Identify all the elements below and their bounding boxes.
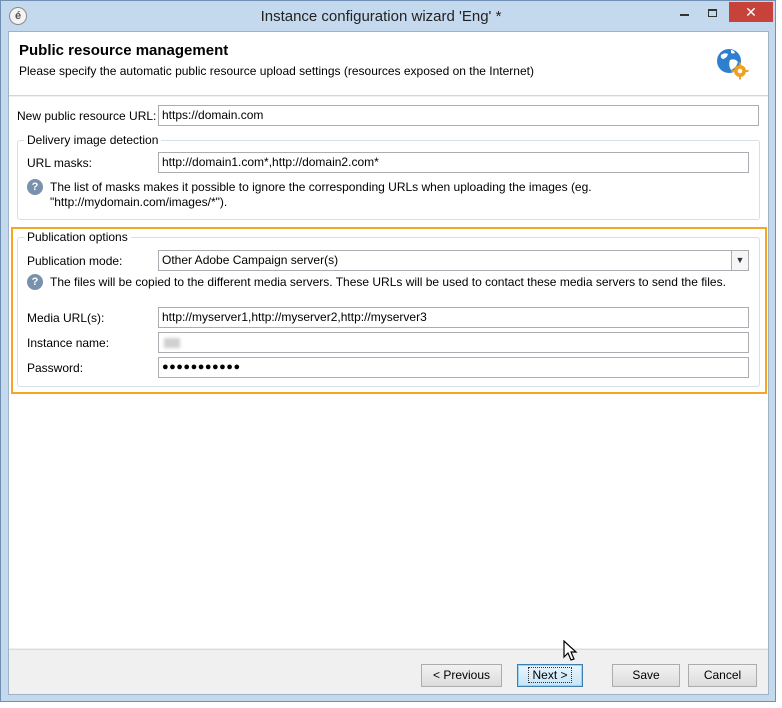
minimize-icon [679, 13, 689, 16]
close-button[interactable]: ✕ [729, 2, 773, 22]
maximize-icon [707, 8, 717, 17]
next-button[interactable]: Next > [517, 664, 583, 687]
password-label: Password: [27, 361, 84, 375]
publication-options-legend: Publication options [24, 230, 131, 244]
publication-info-text: The files will be copied to the differen… [50, 275, 726, 289]
media-urls-label: Media URL(s): [27, 311, 105, 325]
minimize-button[interactable] [671, 2, 697, 22]
mouse-cursor-icon [563, 640, 578, 661]
publication-mode-value: Other Adobe Campaign server(s) [162, 253, 339, 267]
previous-button[interactable]: < Previous [421, 664, 502, 687]
wizard-header: Public resource management Please specif… [9, 32, 768, 96]
url-masks-input[interactable]: http://domain1.com*,http://domain2.com* [158, 152, 749, 173]
public-url-input[interactable]: https://domain.com [158, 105, 759, 126]
wizard-footer: < Previous Next > Save Cancel [9, 649, 768, 694]
publication-mode-label: Publication mode: [27, 254, 123, 268]
wizard-body: New public resource URL: https://domain.… [9, 97, 768, 648]
public-url-label: New public resource URL: [17, 109, 157, 123]
globe-gear-icon [717, 49, 749, 80]
redacted-value [164, 337, 180, 348]
close-icon: ✕ [745, 4, 757, 20]
next-button-label: Next > [528, 667, 572, 683]
url-masks-label: URL masks: [27, 156, 92, 170]
info-icon: ? [27, 179, 43, 195]
info-icon: ? [27, 274, 43, 290]
media-urls-input[interactable]: http://myserver1,http://myserver2,http:/… [158, 307, 749, 328]
instance-name-input[interactable] [158, 332, 749, 353]
wizard-client: Public resource management Please specif… [8, 31, 769, 695]
window-title: Instance configuration wizard 'Eng' * [260, 8, 502, 25]
chevron-down-icon[interactable]: ▼ [731, 251, 748, 270]
save-button[interactable]: Save [612, 664, 680, 687]
cancel-button[interactable]: Cancel [688, 664, 757, 687]
page-title: Public resource management [19, 42, 229, 59]
page-subtitle: Please specify the automatic public reso… [19, 64, 534, 78]
delivery-image-legend: Delivery image detection [24, 133, 162, 147]
title-bar[interactable]: é Instance configuration wizard 'Eng' * … [1, 1, 775, 31]
maximize-button[interactable] [699, 2, 725, 22]
publication-mode-select[interactable]: Other Adobe Campaign server(s) ▼ [158, 250, 749, 271]
url-masks-info-line1: The list of masks makes it possible to i… [50, 180, 592, 194]
instance-name-label: Instance name: [27, 336, 110, 350]
password-input[interactable]: ●●●●●●●●●●● [158, 357, 749, 378]
wizard-window: é Instance configuration wizard 'Eng' * … [0, 0, 776, 702]
url-masks-info-line2: "http://mydomain.com/images/*"). [50, 195, 228, 209]
